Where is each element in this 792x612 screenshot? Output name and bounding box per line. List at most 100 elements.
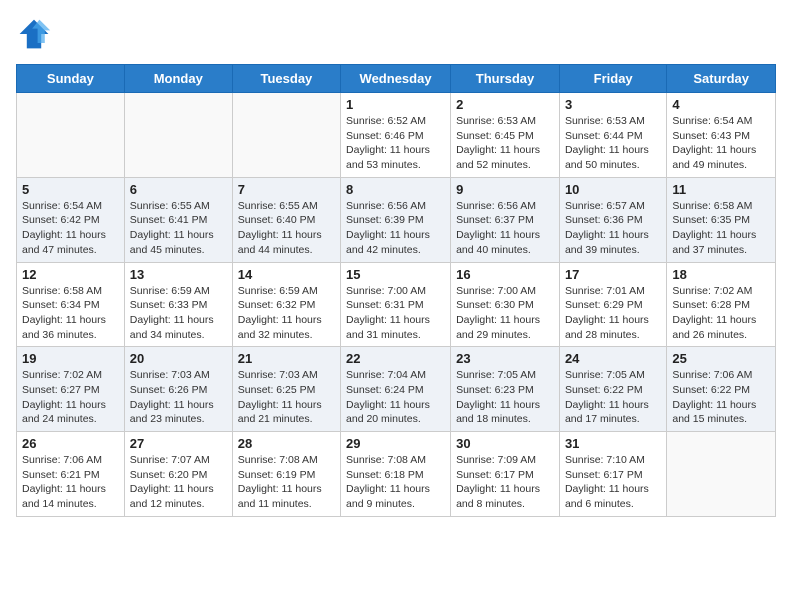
calendar-week-row: 19 Sunrise: 7:02 AM Sunset: 6:27 PM Dayli…: [17, 347, 776, 432]
day-info: Sunrise: 6:54 AM Sunset: 6:43 PM Dayligh…: [672, 114, 770, 173]
day-info: Sunrise: 7:06 AM Sunset: 6:22 PM Dayligh…: [672, 368, 770, 427]
day-info: Sunrise: 6:59 AM Sunset: 6:33 PM Dayligh…: [130, 284, 227, 343]
calendar-cell: 11 Sunrise: 6:58 AM Sunset: 6:35 PM Dayli…: [667, 177, 776, 262]
calendar-cell: 24Sunrise: 7:05 AM Sunset: 6:22 PM Dayli…: [559, 347, 666, 432]
calendar-cell: 30 Sunrise: 7:09 AM Sunset: 6:17 PM Dayli…: [451, 432, 560, 517]
day-number: 19: [22, 351, 119, 366]
day-info: Sunrise: 7:04 AM Sunset: 6:24 PM Dayligh…: [346, 368, 445, 427]
day-info: Sunrise: 6:55 AM Sunset: 6:41 PM Dayligh…: [130, 199, 227, 258]
day-info: Sunrise: 7:10 AM Sunset: 6:17 PM Dayligh…: [565, 453, 661, 512]
day-number: 27: [130, 436, 227, 451]
day-number: 12: [22, 267, 119, 282]
weekday-header: Saturday: [667, 65, 776, 93]
calendar-cell: [232, 93, 340, 178]
day-number: 11: [672, 182, 770, 197]
day-number: 13: [130, 267, 227, 282]
calendar-cell: 20Sunrise: 7:03 AM Sunset: 6:26 PM Dayli…: [124, 347, 232, 432]
day-info: Sunrise: 7:03 AM Sunset: 6:25 PM Dayligh…: [238, 368, 335, 427]
calendar-cell: 16 Sunrise: 7:00 AM Sunset: 6:30 PM Dayli…: [451, 262, 560, 347]
day-number: 25: [672, 351, 770, 366]
calendar-cell: 3 Sunrise: 6:53 AM Sunset: 6:44 PM Daylig…: [559, 93, 666, 178]
calendar-cell: 8 Sunrise: 6:56 AM Sunset: 6:39 PM Daylig…: [341, 177, 451, 262]
weekday-header: Sunday: [17, 65, 125, 93]
day-number: 30: [456, 436, 554, 451]
calendar-cell: 23 Sunrise: 7:05 AM Sunset: 6:23 PM Dayli…: [451, 347, 560, 432]
logo-icon: [16, 16, 52, 52]
day-info: Sunrise: 7:00 AM Sunset: 6:31 PM Dayligh…: [346, 284, 445, 343]
calendar-cell: [17, 93, 125, 178]
day-info: Sunrise: 7:09 AM Sunset: 6:17 PM Dayligh…: [456, 453, 554, 512]
calendar-cell: 19 Sunrise: 7:02 AM Sunset: 6:27 PM Dayli…: [17, 347, 125, 432]
day-info: Sunrise: 6:56 AM Sunset: 6:39 PM Dayligh…: [346, 199, 445, 258]
weekday-header: Monday: [124, 65, 232, 93]
calendar-cell: 22 Sunrise: 7:04 AM Sunset: 6:24 PM Dayli…: [341, 347, 451, 432]
calendar-week-row: 1 Sunrise: 6:52 AM Sunset: 6:46 PM Daylig…: [17, 93, 776, 178]
day-number: 26: [22, 436, 119, 451]
calendar-cell: 9 Sunrise: 6:56 AM Sunset: 6:37 PM Daylig…: [451, 177, 560, 262]
day-info: Sunrise: 6:58 AM Sunset: 6:35 PM Dayligh…: [672, 199, 770, 258]
day-number: 9: [456, 182, 554, 197]
day-number: 10: [565, 182, 661, 197]
day-info: Sunrise: 6:53 AM Sunset: 6:45 PM Dayligh…: [456, 114, 554, 173]
day-number: 6: [130, 182, 227, 197]
day-number: 15: [346, 267, 445, 282]
day-number: 3: [565, 97, 661, 112]
calendar-cell: 13 Sunrise: 6:59 AM Sunset: 6:33 PM Dayli…: [124, 262, 232, 347]
day-number: 31: [565, 436, 661, 451]
day-number: 4: [672, 97, 770, 112]
calendar-cell: 31 Sunrise: 7:10 AM Sunset: 6:17 PM Dayli…: [559, 432, 666, 517]
day-number: 5: [22, 182, 119, 197]
day-info: Sunrise: 6:53 AM Sunset: 6:44 PM Dayligh…: [565, 114, 661, 173]
day-info: Sunrise: 7:01 AM Sunset: 6:29 PM Dayligh…: [565, 284, 661, 343]
day-number: 23: [456, 351, 554, 366]
calendar-week-row: 26 Sunrise: 7:06 AM Sunset: 6:21 PM Dayli…: [17, 432, 776, 517]
day-info: Sunrise: 6:58 AM Sunset: 6:34 PM Dayligh…: [22, 284, 119, 343]
day-number: 29: [346, 436, 445, 451]
day-number: 2: [456, 97, 554, 112]
calendar-cell: 15 Sunrise: 7:00 AM Sunset: 6:31 PM Dayli…: [341, 262, 451, 347]
day-info: Sunrise: 6:52 AM Sunset: 6:46 PM Dayligh…: [346, 114, 445, 173]
day-number: 1: [346, 97, 445, 112]
calendar-cell: 28 Sunrise: 7:08 AM Sunset: 6:19 PM Dayli…: [232, 432, 340, 517]
day-number: 17: [565, 267, 661, 282]
calendar-cell: 5 Sunrise: 6:54 AM Sunset: 6:42 PM Daylig…: [17, 177, 125, 262]
calendar-cell: [667, 432, 776, 517]
calendar-cell: 29 Sunrise: 7:08 AM Sunset: 6:18 PM Dayli…: [341, 432, 451, 517]
calendar-cell: 27Sunrise: 7:07 AM Sunset: 6:20 PM Dayli…: [124, 432, 232, 517]
day-info: Sunrise: 7:00 AM Sunset: 6:30 PM Dayligh…: [456, 284, 554, 343]
day-number: 7: [238, 182, 335, 197]
calendar-cell: 6 Sunrise: 6:55 AM Sunset: 6:41 PM Daylig…: [124, 177, 232, 262]
calendar-cell: 14Sunrise: 6:59 AM Sunset: 6:32 PM Dayli…: [232, 262, 340, 347]
day-info: Sunrise: 7:02 AM Sunset: 6:27 PM Dayligh…: [22, 368, 119, 427]
day-info: Sunrise: 6:56 AM Sunset: 6:37 PM Dayligh…: [456, 199, 554, 258]
calendar-week-row: 12 Sunrise: 6:58 AM Sunset: 6:34 PM Dayli…: [17, 262, 776, 347]
day-info: Sunrise: 7:05 AM Sunset: 6:23 PM Dayligh…: [456, 368, 554, 427]
calendar-cell: 7Sunrise: 6:55 AM Sunset: 6:40 PM Daylig…: [232, 177, 340, 262]
weekday-header-row: SundayMondayTuesdayWednesdayThursdayFrid…: [17, 65, 776, 93]
calendar-cell: 25 Sunrise: 7:06 AM Sunset: 6:22 PM Dayli…: [667, 347, 776, 432]
calendar-cell: 10Sunrise: 6:57 AM Sunset: 6:36 PM Dayli…: [559, 177, 666, 262]
day-info: Sunrise: 7:08 AM Sunset: 6:19 PM Dayligh…: [238, 453, 335, 512]
calendar-cell: 26 Sunrise: 7:06 AM Sunset: 6:21 PM Dayli…: [17, 432, 125, 517]
page-header: [16, 16, 776, 52]
calendar-cell: 12 Sunrise: 6:58 AM Sunset: 6:34 PM Dayli…: [17, 262, 125, 347]
weekday-header: Friday: [559, 65, 666, 93]
weekday-header: Tuesday: [232, 65, 340, 93]
calendar-week-row: 5 Sunrise: 6:54 AM Sunset: 6:42 PM Daylig…: [17, 177, 776, 262]
calendar-cell: 4 Sunrise: 6:54 AM Sunset: 6:43 PM Daylig…: [667, 93, 776, 178]
logo: [16, 16, 56, 52]
day-number: 22: [346, 351, 445, 366]
day-info: Sunrise: 7:06 AM Sunset: 6:21 PM Dayligh…: [22, 453, 119, 512]
day-number: 28: [238, 436, 335, 451]
calendar-cell: 17 Sunrise: 7:01 AM Sunset: 6:29 PM Dayli…: [559, 262, 666, 347]
weekday-header: Wednesday: [341, 65, 451, 93]
day-info: Sunrise: 7:08 AM Sunset: 6:18 PM Dayligh…: [346, 453, 445, 512]
calendar-cell: 18Sunrise: 7:02 AM Sunset: 6:28 PM Dayli…: [667, 262, 776, 347]
day-info: Sunrise: 7:05 AM Sunset: 6:22 PM Dayligh…: [565, 368, 661, 427]
day-number: 16: [456, 267, 554, 282]
day-number: 8: [346, 182, 445, 197]
day-info: Sunrise: 6:59 AM Sunset: 6:32 PM Dayligh…: [238, 284, 335, 343]
calendar-cell: [124, 93, 232, 178]
day-info: Sunrise: 6:54 AM Sunset: 6:42 PM Dayligh…: [22, 199, 119, 258]
calendar-table: SundayMondayTuesdayWednesdayThursdayFrid…: [16, 64, 776, 517]
